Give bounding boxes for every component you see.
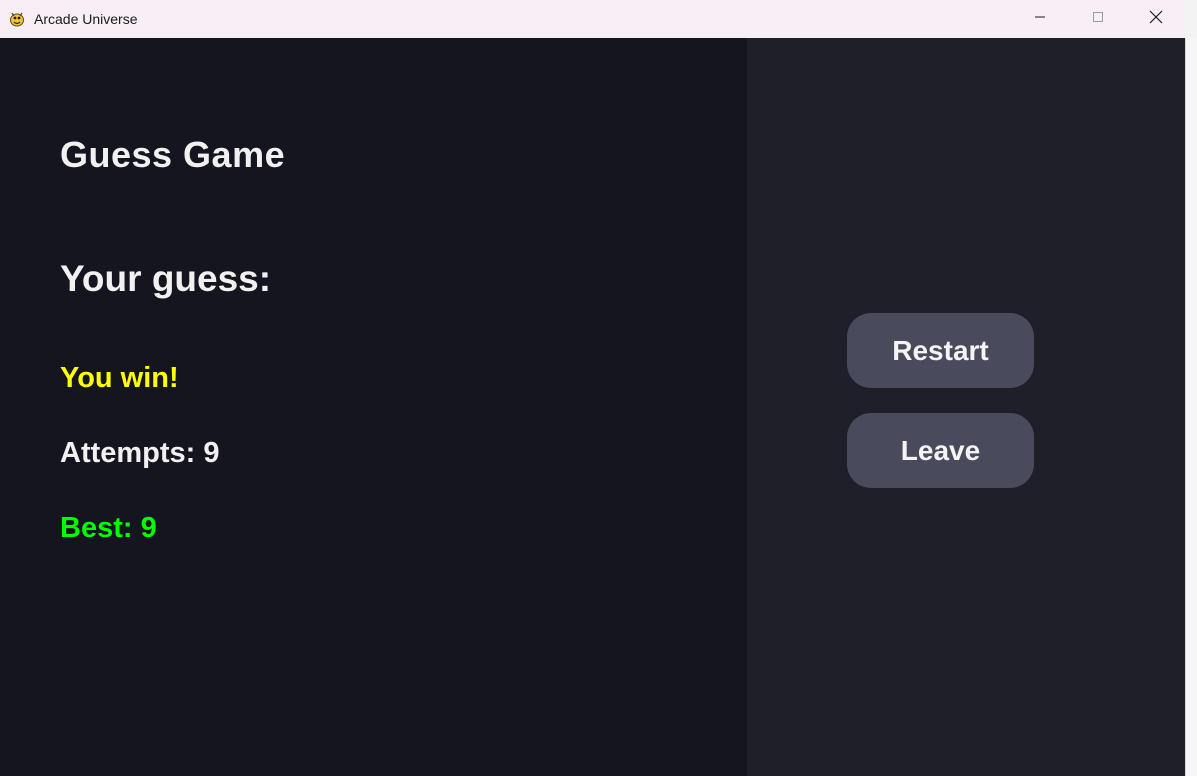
attempts-count: Attempts: 9 bbox=[60, 437, 220, 469]
window-controls bbox=[1011, 0, 1185, 38]
minimize-icon bbox=[1034, 10, 1046, 28]
minimize-button[interactable] bbox=[1011, 0, 1069, 38]
game-title: Guess Game bbox=[60, 134, 286, 175]
window-title: Arcade Universe bbox=[34, 11, 138, 27]
leave-button[interactable]: Leave bbox=[847, 413, 1034, 488]
maximize-button[interactable] bbox=[1069, 0, 1127, 38]
title-bar[interactable]: Arcade Universe bbox=[0, 0, 1185, 38]
guess-label: Your guess: bbox=[60, 258, 272, 299]
side-panel: Restart Leave bbox=[747, 38, 1185, 776]
close-button[interactable] bbox=[1127, 0, 1185, 38]
window-edge bbox=[1185, 38, 1197, 776]
close-icon bbox=[1149, 10, 1163, 29]
app-window: Arcade Universe Guess Game Your guess: Y… bbox=[0, 0, 1185, 776]
best-score: Best: 9 bbox=[60, 512, 157, 544]
win-status-text: You win! bbox=[60, 362, 179, 394]
restart-button[interactable]: Restart bbox=[847, 313, 1034, 388]
pygame-snake-icon bbox=[8, 10, 26, 28]
maximize-icon bbox=[1092, 10, 1104, 28]
game-area[interactable]: Guess Game Your guess: You win! Attempts… bbox=[0, 38, 747, 776]
